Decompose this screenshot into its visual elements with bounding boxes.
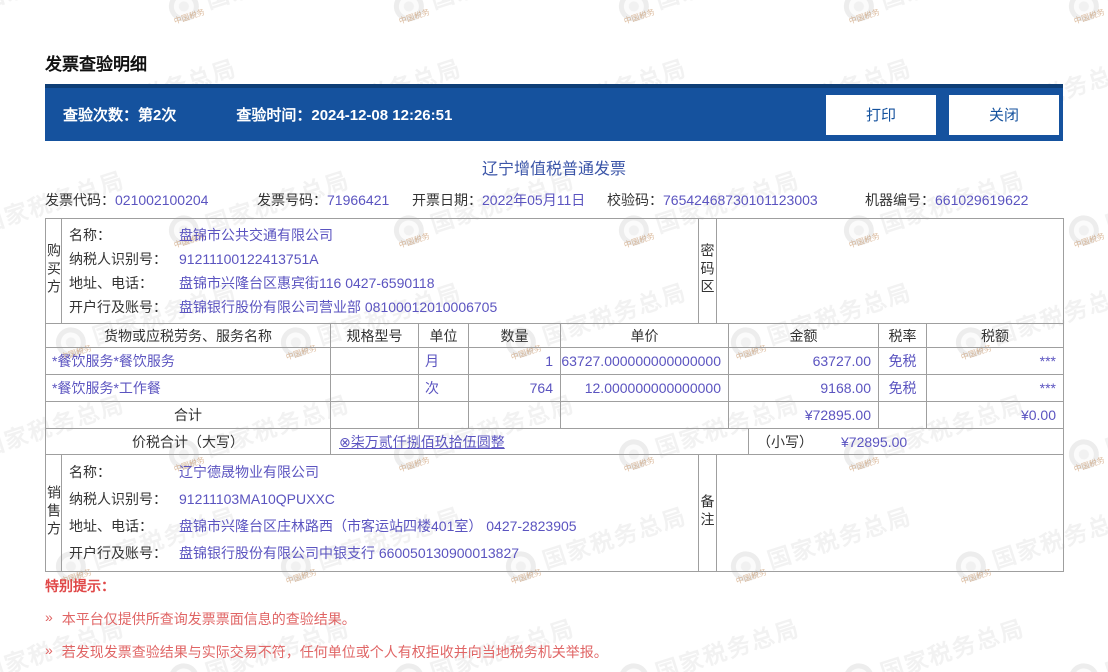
check-time: 查验时间：2024-12-08 12:26:51 <box>236 104 452 125</box>
buyer-taxid-row: 纳税人识别号： 91211100122413751A <box>69 251 319 267</box>
check-count-label: 查验次数： <box>63 107 139 124</box>
item-unit: 月 <box>418 347 469 375</box>
header-price: 单价 <box>560 323 729 348</box>
header-tax: 税额 <box>926 323 1064 348</box>
remark-label: 备注 <box>698 454 717 572</box>
invoice-title: 辽宁增值税普通发票 <box>481 161 626 178</box>
notice-item: » 若发现发票查验结果与实际交易不符，任何单位或个人有权拒收并向当地税务机关举报… <box>45 642 1063 662</box>
seller-bank-row: 开户行及账号： 盘锦银行股份有限公司中银支行 660050130900013827 <box>69 545 520 561</box>
item-amount: 63727.00 <box>728 347 879 375</box>
item-price: 63727.000000000000000 <box>560 347 729 375</box>
grand-total-section: 价税合计（大写） ⊗柒万贰仟捌佰玖拾伍圆整 （小写） ¥72895.00 <box>45 428 1064 455</box>
total-tax: ¥0.00 <box>926 401 1064 429</box>
seller-info: 名称： 辽宁德晟物业有限公司 纳税人识别号： 91211103MA10QPUXXC … <box>61 454 699 572</box>
check-time-value: 2024-12-08 12:26:51 <box>311 107 453 124</box>
grand-total-words: ⊗柒万贰仟捌佰玖拾伍圆整 <box>330 428 749 455</box>
header-qty: 数量 <box>468 323 561 348</box>
notice-text: 若发现发票查验结果与实际交易不符，任何单位或个人有权拒收并向当地税务机关举报。 <box>61 644 608 660</box>
header-spec: 规格型号 <box>330 323 419 348</box>
header-unit: 单位 <box>418 323 469 348</box>
grand-total-label: 价税合计（大写） <box>45 428 331 455</box>
buyer-name-row: 名称： 盘锦市公共交通有限公司 <box>69 227 333 243</box>
invoice-meta-row: 发票代码：021002100204 发票号码：71966421 开票日期：202… <box>45 190 1063 212</box>
item-amount: 9168.00 <box>728 374 879 402</box>
check-count-value: 第2次 <box>138 107 177 124</box>
grand-total-small-label: （小写） <box>757 433 813 450</box>
header-amount: 金额 <box>728 323 879 348</box>
password-area <box>716 218 1064 324</box>
item-row: *餐饮服务*工作餐 次 764 12.000000000000000 9168.… <box>45 374 1064 402</box>
check-time-label: 查验时间： <box>236 107 312 124</box>
machine-number: 机器编号：661029619622 <box>865 192 1029 208</box>
item-name: *餐饮服务*餐饮服务 <box>45 347 331 375</box>
header-item-name: 货物或应税劳务、服务名称 <box>45 323 331 348</box>
notice-text: 本平台仅提供所查询发票票面信息的查验结果。 <box>61 611 356 627</box>
seller-address-row: 地址、电话： 盘锦市兴隆台区庄林路西（市客运站四楼401室） 0427-28239… <box>69 518 577 534</box>
check-count: 查验次数：第2次 <box>63 104 176 125</box>
toolbar-buttons: 打印 关闭 <box>826 94 1059 135</box>
toolbar: 查验次数：第2次 查验时间：2024-12-08 12:26:51 打印 关闭 <box>45 84 1063 141</box>
item-spec <box>330 347 419 375</box>
grand-total-value: ¥72895.00 <box>841 433 908 450</box>
seller-section: 销售方 名称： 辽宁德晟物业有限公司 纳税人识别号： 91211103MA10QPU… <box>45 454 1064 572</box>
invoice-number: 发票号码：71966421 <box>257 192 390 208</box>
item-tax: *** <box>926 347 1064 375</box>
buyer-address-row: 地址、电话： 盘锦市兴隆台区惠宾街116 0427-6590118 <box>69 275 435 291</box>
notice-bullet: » <box>45 609 53 625</box>
seller-section-label: 销售方 <box>45 454 62 572</box>
item-price: 12.000000000000000 <box>560 374 729 402</box>
check-code: 校验码：76542468730101123003 <box>607 192 818 208</box>
item-spec <box>330 374 419 402</box>
notice-item: » 本平台仅提供所查询发票票面信息的查验结果。 <box>45 609 1063 629</box>
item-unit: 次 <box>418 374 469 402</box>
item-tax: *** <box>926 374 1064 402</box>
buyer-section-label: 购买方 <box>45 218 62 324</box>
buyer-section: 购买方 名称： 盘锦市公共交通有限公司 纳税人识别号： 91211100122413… <box>45 218 1064 324</box>
close-button[interactable]: 关闭 <box>949 94 1059 135</box>
item-qty: 764 <box>468 374 561 402</box>
print-button[interactable]: 打印 <box>826 94 936 135</box>
seller-taxid-row: 纳税人识别号： 91211103MA10QPUXXC <box>69 491 335 507</box>
total-label: 合计 <box>45 401 331 429</box>
special-notices: 特别提示： » 本平台仅提供所查询发票票面信息的查验结果。 » 若发现发票查验结… <box>45 576 1063 662</box>
items-table: 货物或应税劳务、服务名称 规格型号 单位 数量 单价 金额 税率 税额 *餐饮服… <box>45 323 1064 429</box>
seller-name-row: 名称： 辽宁德晟物业有限公司 <box>69 464 319 480</box>
items-total-row: 合计 ¥72895.00 ¥0.00 <box>45 401 1064 429</box>
item-name: *餐饮服务*工作餐 <box>45 374 331 402</box>
total-amount: ¥72895.00 <box>728 401 879 429</box>
invoice-code: 发票代码：021002100204 <box>45 192 209 208</box>
item-rate: 免税 <box>878 347 927 375</box>
remark-area <box>716 454 1064 572</box>
buyer-bank-row: 开户行及账号： 盘锦银行股份有限公司营业部 08100012010006705 <box>69 299 498 315</box>
item-row: *餐饮服务*餐饮服务 月 1 63727.000000000000000 637… <box>45 347 1064 375</box>
page-title: 发票查验明细 <box>45 55 147 74</box>
invoice-date: 开票日期：2022年05月11日 <box>412 192 586 208</box>
item-qty: 1 <box>468 347 561 375</box>
grand-total-small: （小写） ¥72895.00 <box>748 428 1064 455</box>
items-header-row: 货物或应税劳务、服务名称 规格型号 单位 数量 单价 金额 税率 税额 <box>45 323 1064 348</box>
notice-bullet: » <box>45 642 53 658</box>
password-area-label: 密码区 <box>698 218 717 324</box>
notice-title: 特别提示： <box>45 578 115 594</box>
buyer-info: 名称： 盘锦市公共交通有限公司 纳税人识别号： 91211100122413751A… <box>61 218 699 324</box>
item-rate: 免税 <box>878 374 927 402</box>
header-rate: 税率 <box>878 323 927 348</box>
